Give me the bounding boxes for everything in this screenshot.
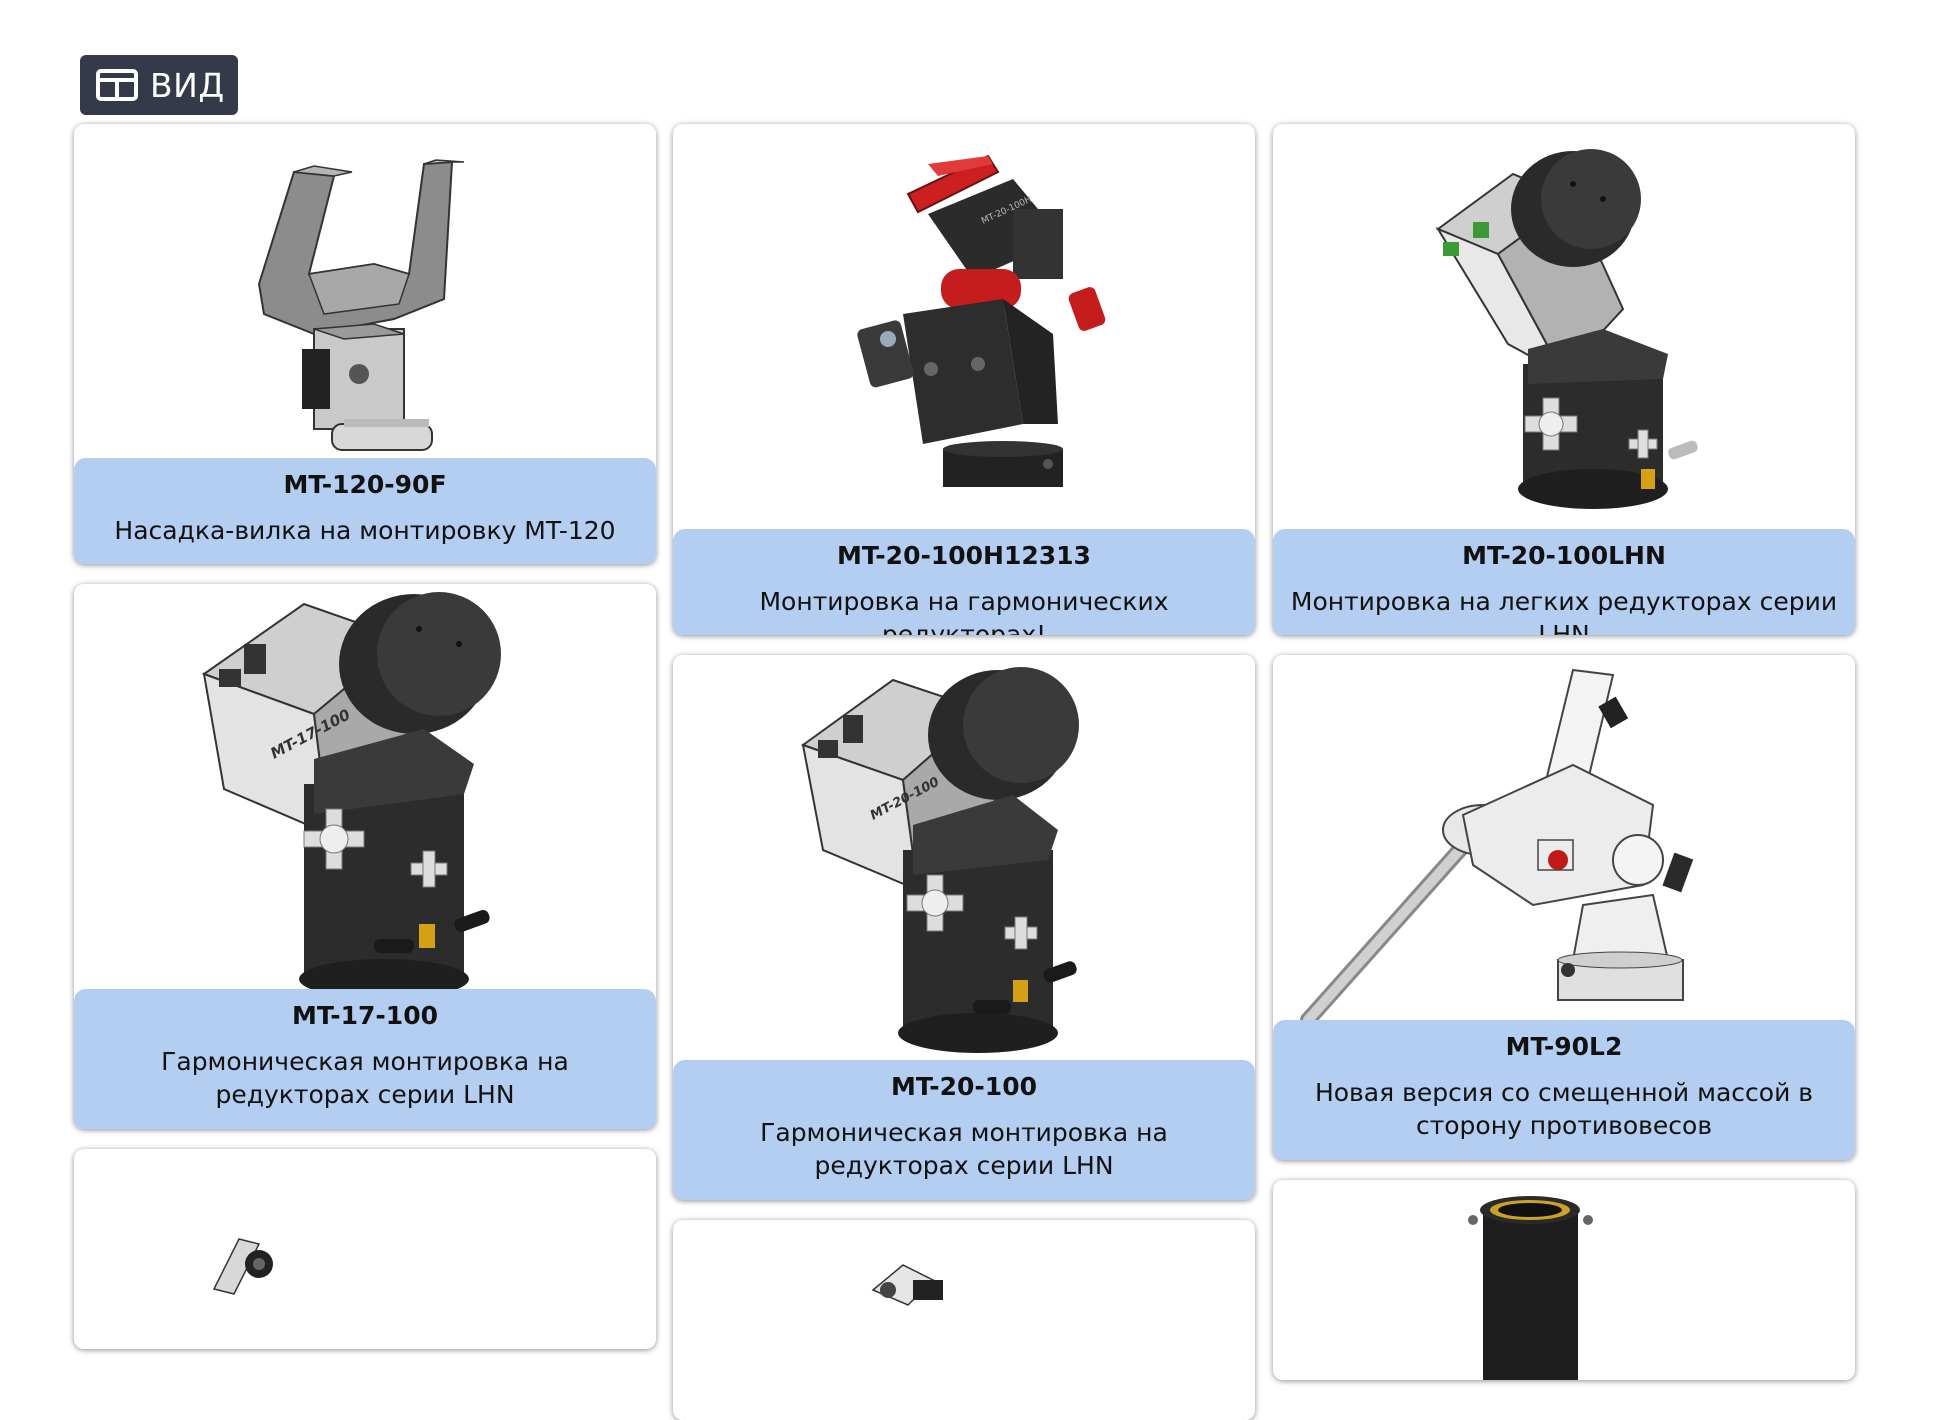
product-card-mt-120-90f[interactable]: MT-120-90F Насадка-вилка на монтировку M… [74, 124, 656, 564]
product-info: MT-90L2 Новая версия со смещенной массой… [1273, 1020, 1855, 1160]
product-image-partial [74, 1149, 656, 1349]
product-card-mt-20-100[interactable]: MT-20-100 MT-20-100 Гармоническая монтир… [673, 655, 1255, 1200]
product-info: MT-17-100 Гармоническая монтировка на ре… [74, 989, 656, 1129]
product-name: MT-90L2 [1505, 1032, 1623, 1061]
product-card-mt-90l2[interactable]: MT-90L2 Новая версия со смещенной массой… [1273, 655, 1855, 1160]
product-name: MT-120-90F [283, 470, 447, 499]
product-image-mt-20-100lhn [1273, 124, 1855, 539]
product-image-partial [1273, 1180, 1855, 1380]
product-name: MT-17-100 [292, 1001, 438, 1030]
product-name: MT-20-100LHN [1462, 541, 1666, 570]
product-description: Насадка-вилка на монтировку MT-120 [114, 516, 616, 545]
product-card-partial[interactable] [74, 1149, 656, 1349]
product-description: Монтировка на легких редукторах серии LH… [1290, 587, 1838, 635]
product-image-partial [673, 1220, 1255, 1420]
product-info: MT-20-100H12313 Монтировка на гармоничес… [673, 529, 1255, 635]
product-info: MT-20-100LHN Монтировка на легких редукт… [1273, 529, 1855, 635]
product-description: Гармоническая монтировка на редукторах с… [161, 1047, 569, 1109]
product-info: MT-120-90F Насадка-вилка на монтировку M… [74, 458, 656, 564]
product-image-mt-20-100: MT-20-100 [673, 655, 1255, 1070]
product-card-mt-20-100lhn[interactable]: MT-20-100LHN Монтировка на легких редукт… [1273, 124, 1855, 635]
product-card-partial[interactable] [673, 1220, 1255, 1420]
product-info: MT-20-100 Гармоническая монтировка на ре… [673, 1060, 1255, 1200]
product-card-mt-20-100h12313[interactable]: MT-20-100H MT-20-100H12313 Монтировка на… [673, 124, 1255, 635]
product-name: MT-20-100 [891, 1072, 1037, 1101]
product-image-mt-20-100h12313: MT-20-100H [673, 124, 1255, 539]
view-toggle-button[interactable]: ВИД [80, 55, 238, 115]
product-card-partial[interactable] [1273, 1180, 1855, 1380]
product-image-mt-120-90f [74, 124, 656, 468]
product-description: Монтировка на гармонических редукторах! [759, 587, 1169, 635]
product-description: Гармоническая монтировка на редукторах с… [760, 1118, 1168, 1180]
product-name: MT-20-100H12313 [837, 541, 1091, 570]
product-image-mt-17-100: MT-17-100 [74, 584, 656, 999]
layout-columns-icon [96, 69, 138, 101]
view-button-label: ВИД [150, 65, 225, 105]
product-description: Новая версия со смещенной массой в сторо… [1314, 1078, 1814, 1140]
product-card-mt-17-100[interactable]: MT-17-100 MT-17-100 Гармоническая монтир… [74, 584, 656, 1129]
product-image-mt-90l2 [1273, 655, 1855, 1030]
